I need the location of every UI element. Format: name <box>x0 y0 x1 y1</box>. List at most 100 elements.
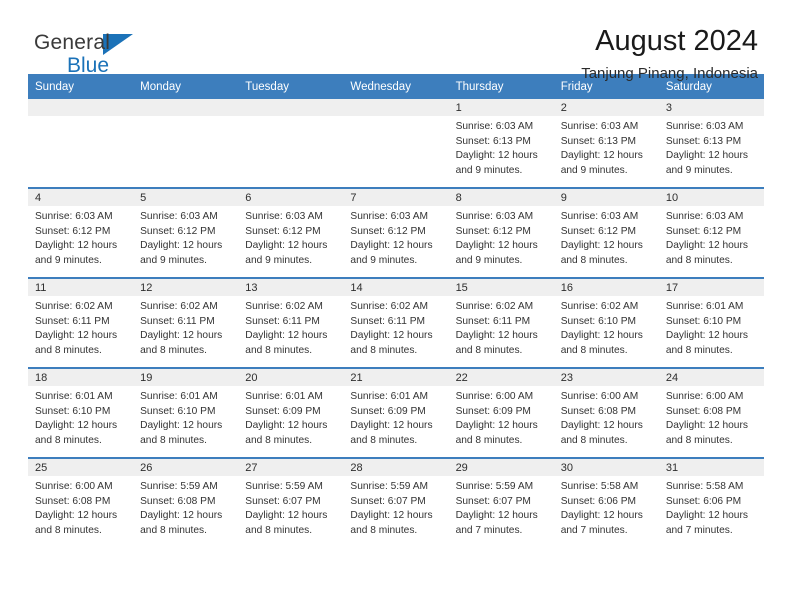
day-cell-inner <box>343 99 449 187</box>
calendar-day-cell[interactable]: 17 Sunrise: 6:01 AM Sunset: 6:10 PM Dayligh… <box>658 277 764 368</box>
day-cell-inner: 25 Sunrise: 6:00 AM Sunset: 6:08 PM Dayligh… <box>28 459 134 547</box>
sunrise-text: Sunrise: 6:02 AM <box>245 301 323 312</box>
day-cell-inner: 26 Sunrise: 5:59 AM Sunset: 6:08 PM Dayligh… <box>133 459 239 547</box>
calendar-day-cell[interactable]: 1 Sunrise: 6:03 AM Sunset: 6:13 PM Daylight… <box>448 99 554 188</box>
day-details: Sunrise: 6:00 AM Sunset: 6:08 PM Daylight:… <box>554 386 659 448</box>
sunrise-text: Sunrise: 6:02 AM <box>560 301 639 312</box>
day-cell-inner: 18 Sunrise: 6:01 AM Sunset: 6:10 PM Dayligh… <box>28 369 134 457</box>
page-header: General Blue August 2024 Tanjung Pinang,… <box>28 0 764 82</box>
calendar-day-cell[interactable]: 16 Sunrise: 6:02 AM Sunset: 6:10 PM Dayligh… <box>553 277 659 368</box>
calendar-day-cell[interactable]: 12 Sunrise: 6:02 AM Sunset: 6:11 PM Dayligh… <box>133 277 239 368</box>
calendar-day-cell[interactable]: 20 Sunrise: 6:01 AM Sunset: 6:09 PM Dayligh… <box>238 367 344 458</box>
sunrise-text: Sunrise: 6:02 AM <box>455 301 534 312</box>
daylight-text-line2: and 8 minutes. <box>35 344 102 356</box>
day-number: 6 <box>238 189 344 206</box>
daylight-text-line1: Daylight: 12 hours <box>560 150 643 162</box>
calendar-day-cell[interactable]: 29 Sunrise: 5:59 AM Sunset: 6:07 PM Dayligh… <box>448 457 554 547</box>
daylight-text-line2: and 7 minutes. <box>665 524 733 536</box>
calendar-body: 1 Sunrise: 6:03 AM Sunset: 6:13 PM Daylight… <box>28 99 764 547</box>
day-cell-inner: 24 Sunrise: 6:00 AM Sunset: 6:08 PM Dayligh… <box>658 369 764 457</box>
calendar-day-cell[interactable]: 14 Sunrise: 6:02 AM Sunset: 6:11 PM Dayligh… <box>343 277 449 368</box>
calendar-day-cell[interactable]: 7 Sunrise: 6:03 AM Sunset: 6:12 PM Daylight… <box>343 187 449 278</box>
day-cell-inner: 14 Sunrise: 6:02 AM Sunset: 6:11 PM Dayligh… <box>343 279 449 367</box>
day-cell-inner: 9 Sunrise: 6:03 AM Sunset: 6:12 PM Daylight… <box>553 189 659 277</box>
daylight-text-line2: and 8 minutes. <box>245 344 313 356</box>
daylight-text-line2: and 8 minutes. <box>350 524 418 536</box>
calendar-day-cell[interactable]: 18 Sunrise: 6:01 AM Sunset: 6:10 PM Dayligh… <box>28 367 134 458</box>
calendar-day-cell[interactable]: 8 Sunrise: 6:03 AM Sunset: 6:12 PM Daylight… <box>448 187 554 278</box>
calendar-day-cell[interactable]: 21 Sunrise: 6:01 AM Sunset: 6:09 PM Dayligh… <box>343 367 449 458</box>
sunrise-text: Sunrise: 6:03 AM <box>560 121 639 132</box>
calendar-day-cell[interactable]: 28 Sunrise: 5:59 AM Sunset: 6:07 PM Dayligh… <box>343 457 449 547</box>
weekday-header-thursday: Thursday <box>448 74 554 99</box>
sunset-text: Sunset: 6:12 PM <box>350 225 426 237</box>
daylight-text-line2: and 8 minutes. <box>665 344 733 356</box>
day-number: 30 <box>553 459 659 476</box>
calendar-day-cell[interactable]: 5 Sunrise: 6:03 AM Sunset: 6:12 PM Daylight… <box>133 187 239 278</box>
day-details: Sunrise: 6:00 AM Sunset: 6:08 PM Daylight:… <box>659 386 764 448</box>
daylight-text-line1: Daylight: 12 hours <box>455 420 538 432</box>
sunset-text: Sunset: 6:12 PM <box>245 225 321 237</box>
calendar-day-cell[interactable]: 15 Sunrise: 6:02 AM Sunset: 6:11 PM Dayligh… <box>448 277 554 368</box>
calendar-day-cell[interactable]: 26 Sunrise: 5:59 AM Sunset: 6:08 PM Dayligh… <box>133 457 239 547</box>
sunset-text: Sunset: 6:12 PM <box>560 225 637 237</box>
sunrise-text: Sunrise: 6:03 AM <box>35 211 113 222</box>
daylight-text-line2: and 7 minutes. <box>455 524 523 536</box>
day-cell-inner: 10 Sunrise: 6:03 AM Sunset: 6:12 PM Dayligh… <box>658 189 764 277</box>
day-number: 17 <box>658 279 764 296</box>
daylight-text-line2: and 8 minutes. <box>350 434 418 446</box>
daylight-text-line2: and 9 minutes. <box>455 254 523 266</box>
sunset-text: Sunset: 6:11 PM <box>140 315 215 327</box>
calendar-week-row: 4 Sunrise: 6:03 AM Sunset: 6:12 PM Daylight… <box>28 187 764 278</box>
day-cell-inner: 27 Sunrise: 5:59 AM Sunset: 6:07 PM Dayligh… <box>238 459 344 547</box>
sunset-text: Sunset: 6:12 PM <box>455 225 531 237</box>
sunrise-text: Sunrise: 6:03 AM <box>455 121 534 132</box>
sunrise-text: Sunrise: 5:58 AM <box>665 481 744 492</box>
day-details: Sunrise: 6:03 AM Sunset: 6:13 PM Daylight:… <box>449 116 554 178</box>
day-details: Sunrise: 6:03 AM Sunset: 6:12 PM Daylight:… <box>133 206 238 268</box>
day-cell-inner: 3 Sunrise: 6:03 AM Sunset: 6:13 PM Daylight… <box>658 99 764 187</box>
calendar-day-cell[interactable]: 3 Sunrise: 6:03 AM Sunset: 6:13 PM Daylight… <box>658 99 764 188</box>
calendar-day-cell[interactable]: 31 Sunrise: 5:58 AM Sunset: 6:06 PM Dayligh… <box>658 457 764 547</box>
calendar-day-cell-empty <box>133 99 239 188</box>
day-number: 8 <box>448 189 554 206</box>
calendar-day-cell[interactable]: 4 Sunrise: 6:03 AM Sunset: 6:12 PM Daylight… <box>28 187 134 278</box>
calendar-day-cell[interactable]: 25 Sunrise: 6:00 AM Sunset: 6:08 PM Dayligh… <box>28 457 134 547</box>
calendar-day-cell[interactable]: 13 Sunrise: 6:02 AM Sunset: 6:11 PM Dayligh… <box>238 277 344 368</box>
general-blue-logo[interactable]: General Blue <box>34 32 133 76</box>
calendar-day-cell[interactable]: 30 Sunrise: 5:58 AM Sunset: 6:06 PM Dayligh… <box>553 457 659 547</box>
calendar-day-cell[interactable]: 2 Sunrise: 6:03 AM Sunset: 6:13 PM Daylight… <box>553 99 659 188</box>
sunrise-text: Sunrise: 6:03 AM <box>140 211 218 222</box>
day-details: Sunrise: 6:03 AM Sunset: 6:12 PM Daylight:… <box>28 206 133 268</box>
sunset-text: Sunset: 6:07 PM <box>455 495 531 507</box>
daylight-text-line2: and 8 minutes. <box>560 344 628 356</box>
calendar-day-cell[interactable]: 11 Sunrise: 6:02 AM Sunset: 6:11 PM Dayligh… <box>28 277 134 368</box>
calendar-day-cell[interactable]: 27 Sunrise: 5:59 AM Sunset: 6:07 PM Dayligh… <box>238 457 344 547</box>
day-details: Sunrise: 6:01 AM Sunset: 6:10 PM Daylight:… <box>133 386 238 448</box>
calendar-day-cell[interactable]: 19 Sunrise: 6:01 AM Sunset: 6:10 PM Dayligh… <box>133 367 239 458</box>
day-number: 28 <box>343 459 449 476</box>
day-details: Sunrise: 6:02 AM Sunset: 6:11 PM Daylight:… <box>238 296 343 358</box>
daylight-text-line2: and 9 minutes. <box>245 254 313 266</box>
calendar-day-cell[interactable]: 9 Sunrise: 6:03 AM Sunset: 6:12 PM Daylight… <box>553 187 659 278</box>
calendar-day-cell[interactable]: 24 Sunrise: 6:00 AM Sunset: 6:08 PM Dayligh… <box>658 367 764 458</box>
day-number: 4 <box>28 189 134 206</box>
sunset-text: Sunset: 6:11 PM <box>35 315 110 327</box>
day-cell-inner: 1 Sunrise: 6:03 AM Sunset: 6:13 PM Daylight… <box>448 99 554 187</box>
sunrise-text: Sunrise: 6:02 AM <box>35 301 113 312</box>
weekday-header-sunday: Sunday <box>28 74 134 99</box>
day-number: 31 <box>658 459 764 476</box>
calendar-day-cell[interactable]: 6 Sunrise: 6:03 AM Sunset: 6:12 PM Daylight… <box>238 187 344 278</box>
day-details: Sunrise: 6:02 AM Sunset: 6:11 PM Daylight:… <box>449 296 554 358</box>
calendar-week-row: 11 Sunrise: 6:02 AM Sunset: 6:11 PM Dayligh… <box>28 277 764 368</box>
calendar-day-cell[interactable]: 23 Sunrise: 6:00 AM Sunset: 6:08 PM Dayligh… <box>553 367 659 458</box>
calendar-day-cell-empty <box>238 99 344 188</box>
day-details: Sunrise: 6:03 AM Sunset: 6:12 PM Daylight:… <box>554 206 659 268</box>
sunrise-text: Sunrise: 6:02 AM <box>140 301 218 312</box>
calendar-day-cell[interactable]: 10 Sunrise: 6:03 AM Sunset: 6:12 PM Dayligh… <box>658 187 764 278</box>
day-number: 7 <box>343 189 449 206</box>
calendar-day-cell[interactable]: 22 Sunrise: 6:00 AM Sunset: 6:09 PM Dayligh… <box>448 367 554 458</box>
day-details: Sunrise: 5:59 AM Sunset: 6:07 PM Daylight:… <box>238 476 343 538</box>
daylight-text-line2: and 8 minutes. <box>245 524 313 536</box>
daylight-text-line1: Daylight: 12 hours <box>35 420 118 432</box>
